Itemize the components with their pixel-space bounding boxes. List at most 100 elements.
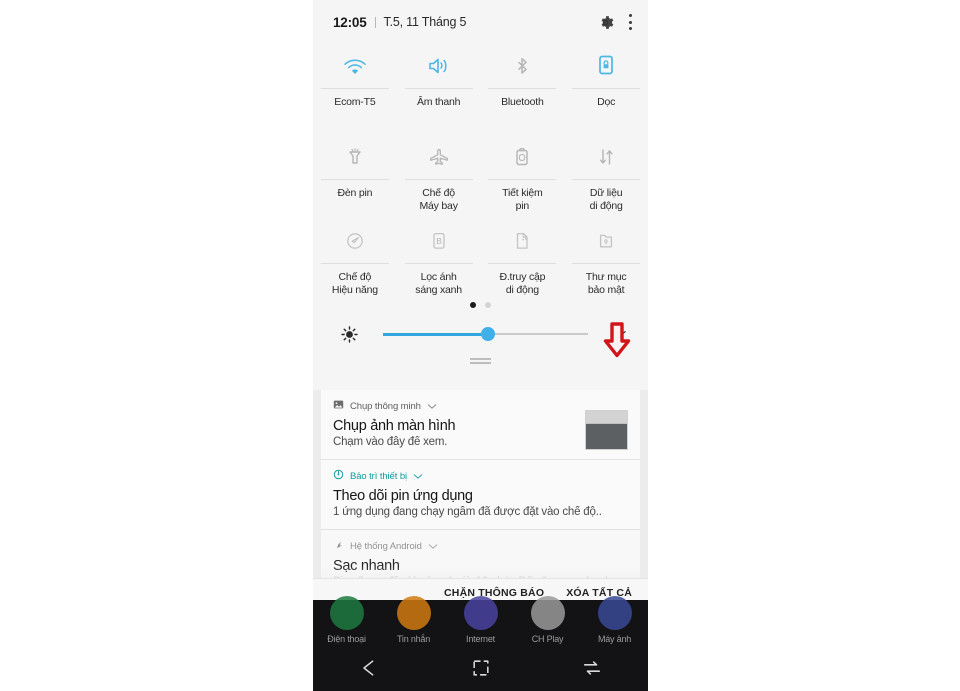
tile-divider: [320, 263, 389, 264]
device-care-icon: [333, 467, 344, 485]
quick-settings-panel: 12:05 T.5, 11 Tháng 5 Ecom-T5 Âm thanh B…: [313, 0, 648, 390]
quick-settings-row-2: Đèn pin Chế độ Máy bay Tiết kiệm pin Dữ …: [313, 135, 648, 213]
tile-rotation-lock[interactable]: Dọc: [564, 44, 648, 122]
tile-divider: [488, 263, 557, 264]
performance-icon: [341, 223, 369, 259]
volume-icon: [425, 48, 453, 84]
page-dot-2[interactable]: [485, 302, 491, 308]
messages-app-icon: [396, 596, 431, 630]
tile-mobile-data[interactable]: Dữ liệu di động: [564, 135, 648, 213]
tile-airplane-mode[interactable]: Chế độ Máy bay: [397, 135, 481, 213]
secure-folder-icon: [592, 223, 620, 259]
chevron-down-icon[interactable]: [608, 329, 630, 339]
back-icon[interactable]: [313, 658, 425, 678]
notification-app-name: Chụp thông minh: [350, 400, 421, 412]
panel-drag-handle[interactable]: [313, 358, 648, 364]
tile-sound[interactable]: Âm thanh: [397, 44, 481, 122]
blue-light-filter-icon: B: [425, 223, 453, 259]
notification-body: Chạm vào đây để xem.: [333, 436, 448, 448]
app-dock: Điện thoại Tin nhắn Internet CH Play Máy…: [313, 596, 648, 644]
quick-settings-row-3: Chế độ Hiệu năng B Lọc ánh sáng xanh Đ.t…: [313, 219, 648, 297]
more-vertical-icon[interactable]: [629, 13, 632, 32]
tile-divider: [488, 88, 557, 89]
dock-label: CH Play: [531, 634, 564, 644]
android-system-icon: [333, 537, 344, 555]
tile-divider: [320, 179, 389, 180]
tile-divider: [320, 88, 389, 89]
tile-label-battery-saver: Tiết kiệm pin: [502, 187, 543, 212]
dock-app-phone[interactable]: Điện thoại: [313, 596, 380, 644]
tile-mobile-hotspot[interactable]: Đ.truy cập di động: [481, 219, 565, 297]
page-indicator: [313, 299, 648, 311]
hotspot-icon: [508, 223, 536, 259]
dock-app-play-store[interactable]: CH Play: [514, 596, 581, 644]
notification-title: Chụp ảnh màn hình: [333, 418, 456, 434]
home-screen-background: Điện thoại Tin nhắn Internet CH Play Máy…: [313, 596, 648, 691]
page-dot-1[interactable]: [470, 302, 476, 308]
play-store-app-icon: [530, 596, 565, 630]
tile-blue-light-filter[interactable]: B Lọc ánh sáng xanh: [397, 219, 481, 297]
brightness-row: [313, 317, 648, 351]
notification-app-name: Bảo trì thiết bị: [350, 470, 408, 482]
tile-battery-saver[interactable]: Tiết kiệm pin: [481, 135, 565, 213]
handle-bar: [470, 362, 491, 364]
navigation-bar: [313, 645, 648, 691]
brightness-icon: [339, 325, 359, 343]
status-separator: [374, 16, 376, 28]
dock-app-camera[interactable]: Máy ảnh: [581, 596, 648, 644]
quick-settings-row-1: Ecom-T5 Âm thanh Bluetooth Dọc: [313, 44, 648, 122]
tile-performance-mode[interactable]: Chế độ Hiệu năng: [313, 219, 397, 297]
tile-label-mobile-hotspot: Đ.truy cập di động: [499, 271, 546, 296]
tile-divider: [572, 263, 641, 264]
svg-text:B: B: [436, 236, 442, 246]
tile-label-mobile-data: Dữ liệu di động: [589, 187, 623, 212]
tile-flashlight[interactable]: Đèn pin: [313, 135, 397, 213]
tile-label-rotation-lock: Dọc: [597, 96, 616, 108]
notification-item[interactable]: Bảo trì thiết bị Theo dõi pin ứng dụng 1…: [321, 460, 640, 530]
dock-label: Điện thoại: [327, 634, 366, 644]
notification-item[interactable]: Chụp thông minh Chụp ảnh màn hình Chạm v…: [321, 390, 640, 460]
dock-label: Internet: [466, 634, 495, 644]
screenshot-thumbnail[interactable]: [585, 410, 628, 450]
screenshot-canvas: 12:05 T.5, 11 Tháng 5 Ecom-T5 Âm thanh B…: [0, 0, 960, 691]
slider-thumb[interactable]: [480, 327, 495, 341]
flashlight-icon: [341, 139, 369, 175]
notification-header: Bảo trì thiết bị: [333, 469, 628, 483]
notification-header: Chụp thông minh: [333, 399, 628, 413]
gear-icon[interactable]: [596, 13, 615, 32]
tile-label-performance-mode: Chế độ Hiệu năng: [331, 271, 378, 296]
recents-icon[interactable]: [536, 658, 648, 678]
internet-app-icon: [463, 596, 498, 630]
tile-label-bluetooth: Bluetooth: [501, 96, 544, 108]
tile-divider: [488, 179, 557, 180]
dock-app-messages[interactable]: Tin nhắn: [380, 596, 447, 644]
notification-header: Hệ thống Android: [333, 539, 628, 553]
phone-app-icon: [329, 596, 364, 630]
tile-label-airplane-mode: Chế độ Máy bay: [419, 187, 458, 212]
brightness-slider[interactable]: [383, 324, 588, 344]
tile-wifi[interactable]: Ecom-T5: [313, 44, 397, 122]
chevron-down-icon[interactable]: [413, 467, 423, 485]
dock-label: Tin nhắn: [396, 634, 431, 644]
home-icon[interactable]: [425, 658, 537, 678]
airplane-icon: [425, 139, 453, 175]
notification-body: 1 ứng dụng đang chạy ngầm đã được đặt và…: [333, 506, 602, 518]
tile-secure-folder[interactable]: Thư mục bảo mật: [564, 219, 648, 297]
image-icon: [333, 397, 344, 415]
chevron-down-icon[interactable]: [427, 397, 437, 415]
chevron-down-icon[interactable]: [428, 537, 438, 555]
tile-divider: [572, 88, 641, 89]
dock-label: Máy ảnh: [597, 634, 632, 644]
notification-app-name: Hệ thống Android: [350, 540, 422, 552]
tile-label-blue-light-filter: Lọc ánh sáng xanh: [415, 271, 462, 296]
notification-title: Sạc nhanh: [333, 558, 400, 574]
dock-app-internet[interactable]: Internet: [447, 596, 514, 644]
tile-label-wifi: Ecom-T5: [334, 96, 376, 108]
rotation-lock-icon: [592, 48, 620, 84]
tile-bluetooth[interactable]: Bluetooth: [481, 44, 565, 122]
tile-divider: [404, 88, 473, 89]
tile-divider: [404, 179, 473, 180]
handle-bar: [470, 358, 491, 360]
battery-saver-icon: [508, 139, 536, 175]
clock-date: T.5, 11 Tháng 5: [383, 15, 467, 29]
